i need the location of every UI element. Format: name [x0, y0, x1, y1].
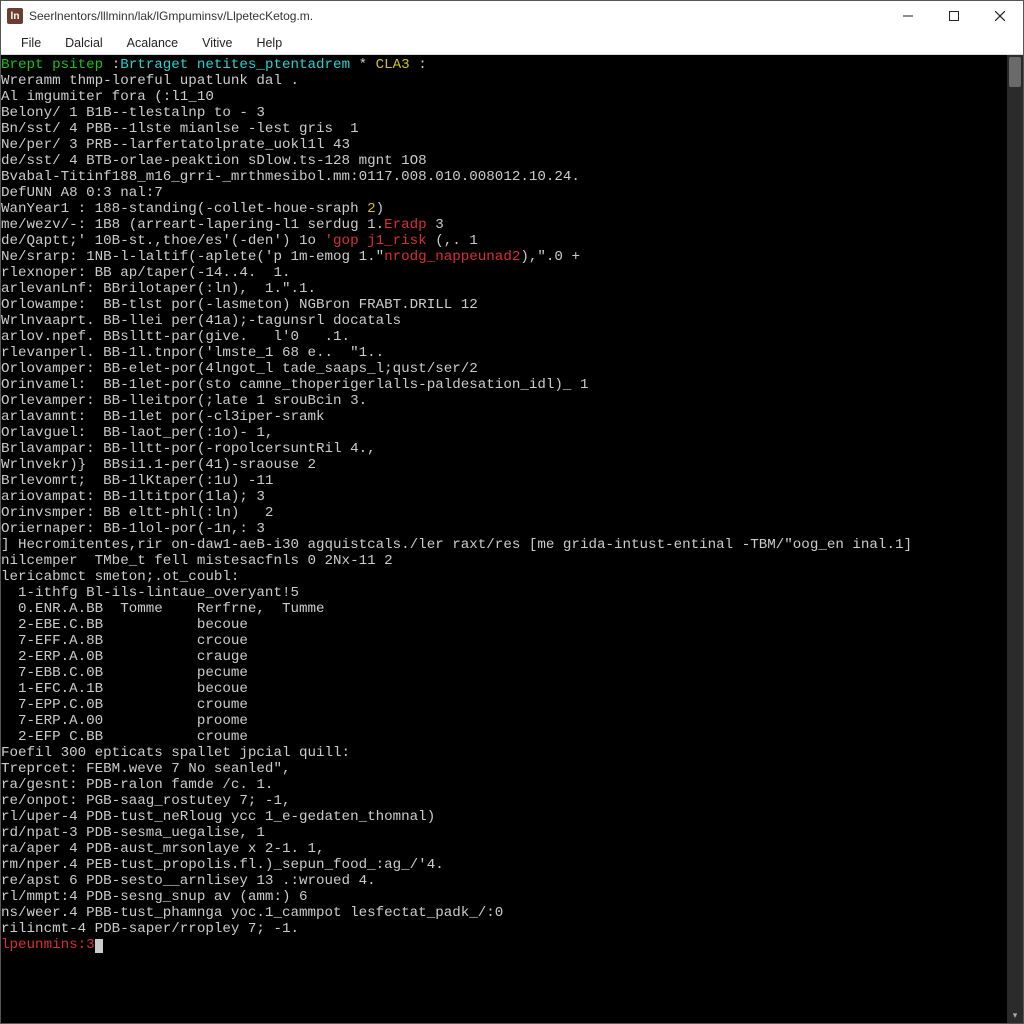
- terminal-line: re/onpot: PGB-saag_rostutey 7; -1,: [1, 793, 1003, 809]
- terminal-line: Treprcet: FEBM.weve 7 No seanled",: [1, 761, 1003, 777]
- scrollbar[interactable]: ▾: [1007, 55, 1023, 1023]
- terminal-line: Ne/per/ 3 PRB--larfertatolprate_uokl1l 4…: [1, 137, 1003, 153]
- prompt-line[interactable]: lpeunmins:3: [1, 937, 1003, 953]
- terminal-line: Orlavguel: BB-laot_per(:1o)- 1,: [1, 425, 1003, 441]
- scrollbar-down-icon[interactable]: ▾: [1007, 1007, 1023, 1023]
- menu-file[interactable]: File: [9, 34, 53, 52]
- prompt-label: lpeunmins:3: [1, 937, 95, 953]
- terminal-line: lericabmct smeton;.ot_coubl:: [1, 569, 1003, 585]
- app-window: ln Seerlnentors/lllminn/lak/lGmpuminsv/L…: [0, 0, 1024, 1024]
- terminal-line: Brlevomrt; BB-1lKtaper(:1u) -11: [1, 473, 1003, 489]
- terminal[interactable]: Brept psitep :Brtraget netites_ptentadre…: [1, 55, 1023, 1023]
- window-title: Seerlnentors/lllminn/lak/lGmpuminsv/Llpe…: [29, 9, 885, 23]
- terminal-line: Belony/ 1 B1B--tlestalnp to - 3: [1, 105, 1003, 121]
- terminal-line: ra/gesnt: PDB-ralon famde /c. 1.: [1, 777, 1003, 793]
- terminal-line: rl/uper-4 PDB-tust_neRloug ycc 1_e-gedat…: [1, 809, 1003, 825]
- menu-help[interactable]: Help: [244, 34, 294, 52]
- terminal-line: 1-ithfg Bl-ils-lintaue_overyant!5: [1, 585, 1003, 601]
- close-button[interactable]: [977, 1, 1023, 31]
- terminal-line: ariovampat: BB-1ltitpor(1la); 3: [1, 489, 1003, 505]
- terminal-line: Al imgumiter fora (:l1_10: [1, 89, 1003, 105]
- terminal-line: Brlavampar: BB-lltt-por(-ropolcersuntRil…: [1, 441, 1003, 457]
- terminal-content: Brept psitep :Brtraget netites_ptentadre…: [1, 55, 1007, 1023]
- terminal-line: Wrlnvaaprt. BB-llei per(41a);-tagunsrl d…: [1, 313, 1003, 329]
- terminal-line: Orinvamel: BB-1let-por(sto camne_thoperi…: [1, 377, 1003, 393]
- app-icon: ln: [7, 8, 23, 24]
- terminal-line: DefUNN A8 0:3 nal:7: [1, 185, 1003, 201]
- terminal-line: rl/mmpt:4 PDB-sesng_snup av (amm:) 6: [1, 889, 1003, 905]
- terminal-line: Wreramm thmp-loreful upatlunk dal .: [1, 73, 1003, 89]
- terminal-line: Bn/sst/ 4 PBB--1lste mianlse -lest gris …: [1, 121, 1003, 137]
- scrollbar-thumb[interactable]: [1009, 57, 1021, 87]
- terminal-line: 7-ERP.A.00 proome: [1, 713, 1003, 729]
- terminal-line: 2-EBE.C.BB becoue: [1, 617, 1003, 633]
- terminal-line: Orinvsmper: BB eltt-phl(:ln) 2: [1, 505, 1003, 521]
- terminal-line: rm/nper.4 PEB-tust_propolis.fl.)_sepun_f…: [1, 857, 1003, 873]
- terminal-line: re/apst 6 PDB-sesto__arnlisey 13 .:wroue…: [1, 873, 1003, 889]
- terminal-line: 2-EFP C.BB croume: [1, 729, 1003, 745]
- terminal-line: Brept psitep :Brtraget netites_ptentadre…: [1, 57, 1003, 73]
- terminal-line: Orlowampe: BB-tlst por(-lasmeton) NGBron…: [1, 297, 1003, 313]
- terminal-line: 0.ENR.A.BB Tomme Rerfrne, Tumme: [1, 601, 1003, 617]
- terminal-line: Oriernaper: BB-1lol-por(-1n,: 3: [1, 521, 1003, 537]
- terminal-line: WanYear1 : 188-standing(-collet-houe-sra…: [1, 201, 1003, 217]
- terminal-line: arlevanLnf: BBrilotaper(:ln), 1.".1.: [1, 281, 1003, 297]
- terminal-line: nilcemper TMbe_t fell mistesacfnls 0 2Nx…: [1, 553, 1003, 569]
- cursor: [95, 939, 103, 953]
- terminal-line: 7-EFF.A.8B crcoue: [1, 633, 1003, 649]
- terminal-line: Wrlnvekr)} BBsi1.1-per(41)-sraouse 2: [1, 457, 1003, 473]
- titlebar[interactable]: ln Seerlnentors/lllminn/lak/lGmpuminsv/L…: [1, 1, 1023, 31]
- terminal-line: rd/npat-3 PDB-sesma_uegalise, 1: [1, 825, 1003, 841]
- terminal-line: de/Qaptt;' 10B-st.,thoe/es'(-den') 1o 'g…: [1, 233, 1003, 249]
- menu-acalance[interactable]: Acalance: [115, 34, 190, 52]
- terminal-line: ns/weer.4 PBB-tust_phamnga yoc.1_cammpot…: [1, 905, 1003, 921]
- minimize-button[interactable]: [885, 1, 931, 31]
- terminal-line: Orlevamper: BB-lleitpor(;late 1 srouBcin…: [1, 393, 1003, 409]
- terminal-line: arlavamnt: BB-1let por(-cl3iper-sramk: [1, 409, 1003, 425]
- terminal-line: ] Hecromitentes,rir on-daw1-aeB-i30 agqu…: [1, 537, 1003, 553]
- terminal-line: arlov.npef. BBslltt-par(give. l'0 .1.: [1, 329, 1003, 345]
- terminal-line: rlexnoper: BB ap/taper(-14..4. 1.: [1, 265, 1003, 281]
- menu-dalcial[interactable]: Dalcial: [53, 34, 115, 52]
- menu-vitive[interactable]: Vitive: [190, 34, 244, 52]
- terminal-line: 1-EFC.A.1B becoue: [1, 681, 1003, 697]
- terminal-line: me/wezv/-: 1B8 (arreart-lapering-l1 serd…: [1, 217, 1003, 233]
- terminal-line: 2-ERP.A.0B crauge: [1, 649, 1003, 665]
- maximize-button[interactable]: [931, 1, 977, 31]
- terminal-line: Bvabal-Titinf188_m16_grri-_mrthmesibol.m…: [1, 169, 1003, 185]
- terminal-line: 7-EBB.C.0B pecume: [1, 665, 1003, 681]
- terminal-line: Ne/srarp: 1NB-l-laltif(-aplete('p 1m-emo…: [1, 249, 1003, 265]
- terminal-line: rlevanperl. BB-1l.tnpor('lmste_1 68 e.. …: [1, 345, 1003, 361]
- menubar: File Dalcial Acalance Vitive Help: [1, 31, 1023, 55]
- terminal-line: Foefil 300 epticats spallet jpcial quill…: [1, 745, 1003, 761]
- terminal-line: de/sst/ 4 BTB-orlae-peaktion sDlow.ts-12…: [1, 153, 1003, 169]
- window-controls: [885, 1, 1023, 31]
- terminal-line: Orlovamper: BB-elet-por(4lngot_l tade_sa…: [1, 361, 1003, 377]
- terminal-line: ra/aper 4 PDB-aust_mrsonlaye x 2-1. 1,: [1, 841, 1003, 857]
- terminal-line: rilincmt-4 PDB-saper/rropley 7; -1.: [1, 921, 1003, 937]
- terminal-line: 7-EPP.C.0B croume: [1, 697, 1003, 713]
